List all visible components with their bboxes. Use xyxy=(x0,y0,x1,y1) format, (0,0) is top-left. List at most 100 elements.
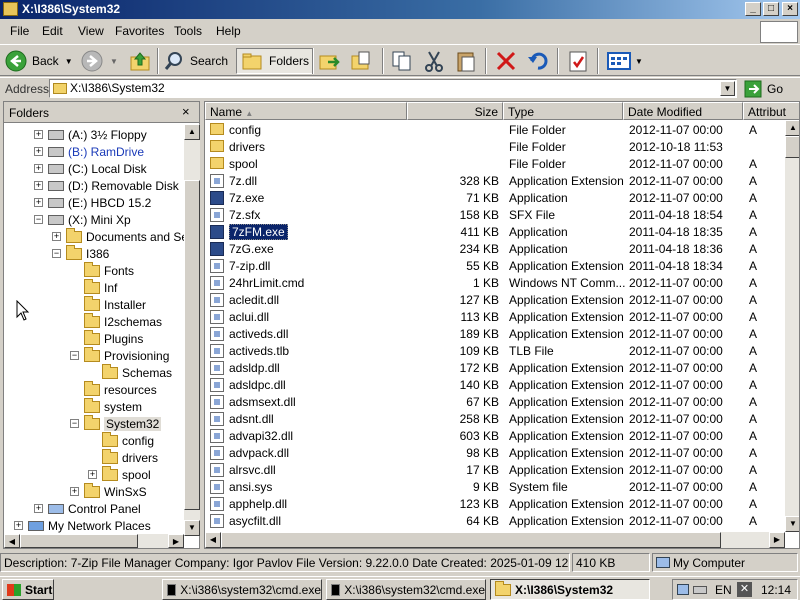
scroll-thumb[interactable] xyxy=(785,136,799,158)
network-icon[interactable] xyxy=(677,584,689,595)
file-row[interactable]: alrsvc.dll 17 KB Application Extension 2012… xyxy=(205,461,785,478)
column-date-modified[interactable]: Date Modified xyxy=(623,102,743,120)
tree-item[interactable]: + spool xyxy=(88,465,151,483)
tree-item[interactable]: + (A:) 3½ Floppy xyxy=(34,126,147,143)
tree-item[interactable]: + Control Panel xyxy=(34,500,141,517)
properties-button[interactable] xyxy=(566,48,590,74)
copy-to-button[interactable] xyxy=(350,48,374,74)
chevron-down-icon[interactable]: ▼ xyxy=(635,57,643,66)
expand-icon[interactable]: + xyxy=(34,504,43,513)
file-row[interactable]: spool File Folder 2012-11-07 00:00 A xyxy=(205,155,785,172)
start-button[interactable]: Start xyxy=(2,579,54,600)
tree-item[interactable]: Installer xyxy=(84,295,146,313)
file-row[interactable]: config File Folder 2012-11-07 00:00 A xyxy=(205,121,785,138)
file-row[interactable]: 7-zip.dll 55 KB Application Extension 2011-… xyxy=(205,257,785,274)
tree-item[interactable]: + (B:) RamDrive xyxy=(34,143,144,160)
close-x-icon[interactable]: ✕ xyxy=(737,582,752,597)
file-row[interactable]: apphelp.dll 123 KB Application Extension 20… xyxy=(205,495,785,512)
address-dropdown-button[interactable]: ▼ xyxy=(720,81,735,96)
collapse-icon[interactable]: − xyxy=(34,215,43,224)
file-horizontal-scrollbar[interactable]: ◀ ▶ xyxy=(205,532,785,548)
tree-item[interactable]: system xyxy=(84,397,142,415)
scroll-left-button[interactable]: ◀ xyxy=(205,532,221,548)
file-row[interactable]: adsmsext.dll 67 KB Application Extension 20… xyxy=(205,393,785,410)
menu-tools[interactable]: Tools xyxy=(174,24,202,38)
scroll-left-button[interactable]: ◀ xyxy=(4,534,20,548)
language-indicator[interactable]: EN xyxy=(715,583,732,597)
menu-file[interactable]: File xyxy=(10,24,29,38)
file-row[interactable]: adsldp.dll 172 KB Application Extension 201… xyxy=(205,359,785,376)
tree-item[interactable]: Plugins xyxy=(84,329,143,347)
title-bar[interactable]: X:\I386\System32 _ □ × xyxy=(0,0,800,19)
forward-button[interactable]: ▼ xyxy=(80,48,118,74)
expand-icon[interactable]: + xyxy=(52,232,61,241)
chevron-down-icon[interactable]: ▼ xyxy=(110,57,118,66)
menu-help[interactable]: Help xyxy=(216,24,241,38)
tree-item[interactable]: Schemas xyxy=(102,363,172,381)
undo-button[interactable] xyxy=(526,48,550,74)
taskbar-item-explorer[interactable]: X:\I386\System32 xyxy=(490,579,650,600)
file-row[interactable]: drivers File Folder 2012-10-18 11:53 xyxy=(205,138,785,155)
tree-item[interactable]: + (E:) HBCD 15.2 xyxy=(34,194,151,211)
expand-icon[interactable]: + xyxy=(34,130,43,139)
views-button[interactable]: ▼ xyxy=(606,48,643,74)
tree-item[interactable]: + Documents and Setti xyxy=(52,227,184,245)
expand-icon[interactable]: + xyxy=(34,198,43,207)
delete-button[interactable] xyxy=(494,48,518,74)
file-row[interactable]: aclui.dll 113 KB Application Extension 2012… xyxy=(205,308,785,325)
cut-button[interactable] xyxy=(422,48,446,74)
paste-button[interactable] xyxy=(454,48,478,74)
file-row[interactable]: 7z.dll 328 KB Application Extension 2012-11… xyxy=(205,172,785,189)
tree-item[interactable]: + WinSxS xyxy=(70,482,147,500)
tree-horizontal-scrollbar[interactable]: ◀ ▶ xyxy=(4,534,184,548)
tree-item[interactable]: drivers xyxy=(102,448,158,466)
file-row[interactable]: 7zG.exe 234 KB Application 2011-04-18 18:36… xyxy=(205,240,785,257)
file-row[interactable]: advapi32.dll 603 KB Application Extension 2… xyxy=(205,427,785,444)
file-row[interactable]: adsnt.dll 258 KB Application Extension 2012… xyxy=(205,410,785,427)
expand-icon[interactable]: + xyxy=(34,181,43,190)
scroll-up-button[interactable]: ▲ xyxy=(184,124,200,140)
tree-item[interactable]: + (D:) Removable Disk xyxy=(34,177,179,194)
drive-icon[interactable] xyxy=(693,586,707,594)
tree-item[interactable]: resources xyxy=(84,380,157,398)
expand-icon[interactable]: + xyxy=(70,487,79,496)
expand-icon[interactable]: + xyxy=(34,147,43,156)
search-button[interactable]: Search xyxy=(163,48,228,74)
scroll-down-button[interactable]: ▼ xyxy=(785,516,799,532)
scroll-thumb[interactable] xyxy=(221,532,721,548)
collapse-icon[interactable]: − xyxy=(52,249,61,258)
column-name[interactable]: Name ▲ xyxy=(205,102,407,120)
tree-item[interactable]: − System32 xyxy=(70,414,162,432)
copy-button[interactable] xyxy=(390,48,414,74)
collapse-icon[interactable]: − xyxy=(70,419,79,428)
column-size[interactable]: Size xyxy=(407,102,503,120)
chevron-down-icon[interactable]: ▼ xyxy=(65,57,73,66)
file-row[interactable]: ansi.sys 9 KB System file 2012-11-07 00:00 A xyxy=(205,478,785,495)
scroll-right-button[interactable]: ▶ xyxy=(769,532,785,548)
scroll-right-button[interactable]: ▶ xyxy=(168,534,184,548)
file-row[interactable]: 7z.sfx 158 KB SFX File 2011-04-18 18:54 A xyxy=(205,206,785,223)
minimize-button[interactable]: _ xyxy=(745,2,761,16)
up-folder-button[interactable] xyxy=(128,48,152,74)
expand-icon[interactable]: + xyxy=(14,521,23,530)
tree-item[interactable]: Fonts xyxy=(84,261,134,279)
file-row[interactable]: 24hrLimit.cmd 1 KB Windows NT Comm... 2012-… xyxy=(205,274,785,291)
collapse-icon[interactable]: − xyxy=(70,351,79,360)
maximize-button[interactable]: □ xyxy=(763,2,779,16)
file-row[interactable]: adsldpc.dll 140 KB Application Extension 20… xyxy=(205,376,785,393)
tree-item[interactable]: I2schemas xyxy=(84,312,162,330)
go-button[interactable]: Go xyxy=(744,79,783,98)
file-row[interactable]: acledit.dll 127 KB Application Extension 20… xyxy=(205,291,785,308)
menu-edit[interactable]: Edit xyxy=(42,24,63,38)
scroll-up-button[interactable]: ▲ xyxy=(785,120,799,136)
tree-item[interactable]: config xyxy=(102,431,154,449)
column-attributes[interactable]: Attribut xyxy=(743,102,799,120)
column-type[interactable]: Type xyxy=(503,102,623,120)
taskbar-item-cmd-1[interactable]: X:\i386\system32\cmd.exe xyxy=(162,579,322,600)
tree-item[interactable]: Inf xyxy=(84,278,117,296)
tree-item[interactable]: − (X:) Mini Xp xyxy=(34,211,131,228)
tree-item[interactable]: − Provisioning xyxy=(70,346,169,364)
menu-view[interactable]: View xyxy=(78,24,104,38)
file-row[interactable]: activeds.tlb 109 KB TLB File 2012-11-07 00:… xyxy=(205,342,785,359)
scroll-thumb[interactable] xyxy=(184,180,200,510)
